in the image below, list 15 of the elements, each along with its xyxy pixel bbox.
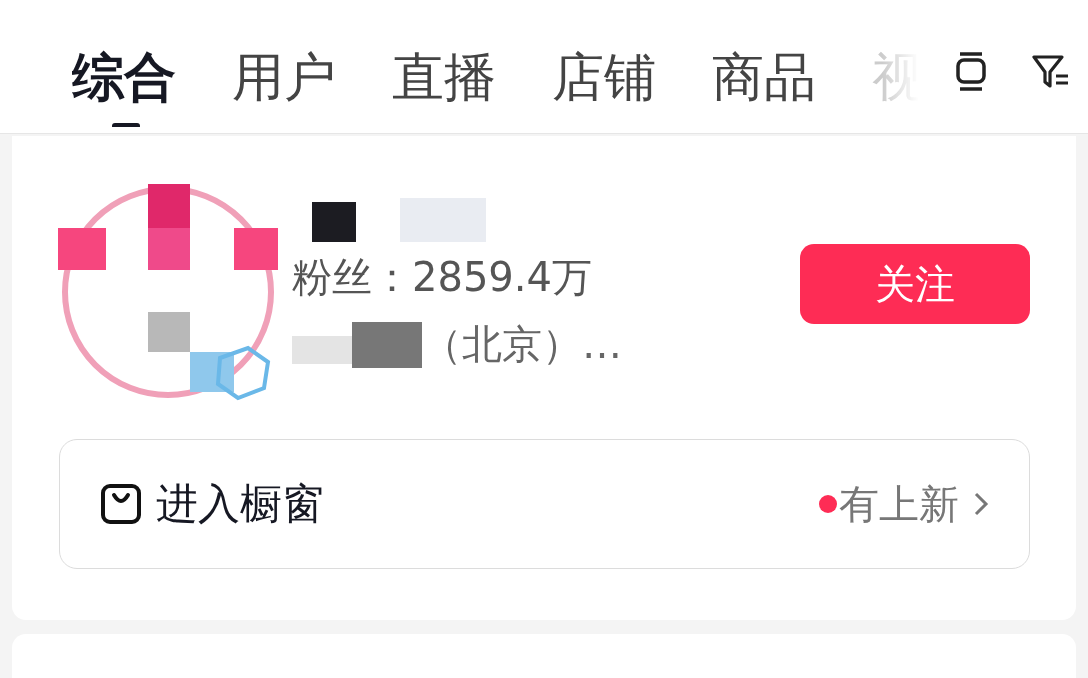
new-label: 有上新 (839, 479, 959, 529)
follow-button[interactable]: 关注 (800, 244, 1030, 324)
tab[interactable]: 直播 (392, 44, 496, 127)
store-label: 进入橱窗 (156, 478, 324, 530)
tab[interactable]: 综合 (72, 44, 176, 127)
account-description: （北京）… (422, 320, 622, 369)
screen-icon[interactable] (954, 51, 988, 92)
bag-icon (100, 483, 142, 525)
tab[interactable]: 店铺 (552, 44, 656, 127)
chevron-icon (973, 490, 989, 518)
fans-count: 粉丝：2859.4万 (292, 253, 593, 302)
tab[interactable]: 用户 (232, 44, 336, 127)
filter-icon[interactable] (1032, 53, 1070, 90)
store-entry[interactable]: 进入橱窗 有上新 (59, 439, 1030, 569)
tab[interactable]: 商品 (712, 44, 816, 127)
